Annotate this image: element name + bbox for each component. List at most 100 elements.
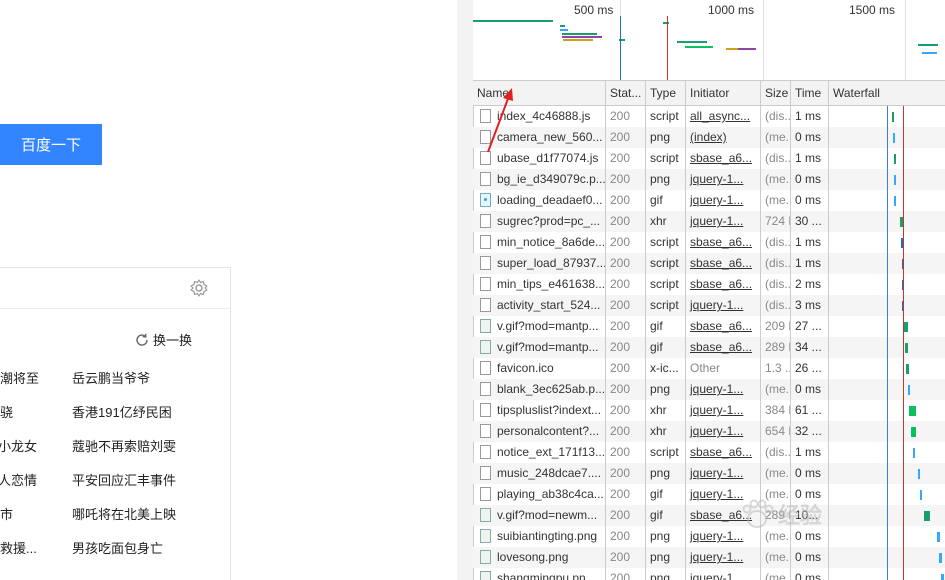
hot-search-item[interactable]: 小龙女 [0, 436, 37, 455]
gear-icon[interactable] [189, 278, 209, 298]
column-header-initiator[interactable]: Initiator [686, 81, 761, 105]
hot-search-item[interactable]: 市 [0, 504, 13, 523]
network-request-row[interactable]: min_notice_8a6de... 200 script sbase_a6...(… [473, 232, 945, 253]
request-type: gif [646, 484, 686, 505]
request-name[interactable]: v.gif?mod=newm... [473, 505, 606, 526]
hot-search-item[interactable]: 救援... [0, 538, 37, 557]
overview-tick [763, 0, 764, 80]
request-initiator[interactable]: jquery-1... [686, 421, 761, 442]
network-request-row[interactable]: music_248dcae7.... 200pngjquery-1...(me..… [473, 463, 945, 484]
request-size: (me... [761, 190, 791, 211]
request-name[interactable]: super_load_87937... [473, 253, 606, 274]
request-name[interactable]: shangmingpu.pn... [473, 568, 606, 580]
hot-search-item[interactable]: 人恋情 [0, 470, 37, 489]
request-name[interactable]: tipspluslist?indext... [473, 400, 606, 421]
request-initiator[interactable]: jquery-1... [686, 547, 761, 568]
column-header-type[interactable]: Type [646, 81, 686, 105]
network-overview-timeline[interactable]: 500 ms 1000 ms 1500 ms [473, 0, 945, 81]
request-name[interactable]: lovesong.png [473, 547, 606, 568]
request-name[interactable]: bg_ie_d349079c.p... [473, 169, 606, 190]
request-name[interactable]: blank_3ec625ab.p... [473, 379, 606, 400]
hot-search-item[interactable]: 平安回应汇丰事件 [72, 470, 176, 489]
column-header-time[interactable]: Time [791, 81, 829, 105]
network-request-row[interactable]: camera_new_560...200png(index)(me...0 ms [473, 127, 945, 148]
request-name[interactable]: personalcontent?... [473, 421, 606, 442]
hot-search-item[interactable]: 香港191亿纾民困 [72, 402, 172, 421]
request-initiator[interactable]: jquery-1... [686, 295, 761, 316]
request-name[interactable]: min_tips_e461638... [473, 274, 606, 295]
request-initiator[interactable]: sbase_a6... [686, 337, 761, 358]
request-initiator[interactable]: jquery-1... [686, 568, 761, 580]
request-initiator[interactable]: jquery-1... [686, 169, 761, 190]
network-request-row[interactable]: favicon.ico 200x-ic...Other1.3 ...26 ... [473, 358, 945, 379]
network-request-row[interactable]: min_tips_e461638... 200 script sbase_a6...(… [473, 274, 945, 295]
request-name[interactable]: music_248dcae7.... [473, 463, 606, 484]
browser-page: 百度一下 换一换 潮将至骁小龙女人恋情市救援... 岳云鹏当爷爷香港191亿纾民困… [0, 0, 457, 580]
network-request-row[interactable]: sugrec?prod=pc_... 200xhrjquery-1...724 B… [473, 211, 945, 232]
network-request-row[interactable]: v.gif?mod=mantp... 200gifsbase_a6...289 B… [473, 337, 945, 358]
hot-search-item[interactable]: 蔻驰不再索赔刘雯 [72, 436, 176, 455]
request-time: 30 ... [791, 211, 829, 232]
request-initiator[interactable]: sbase_a6... [686, 442, 761, 463]
request-initiator[interactable]: jquery-1... [686, 526, 761, 547]
network-request-row[interactable]: personalcontent?... 200 xhr jquery-1... 654 … [473, 421, 945, 442]
request-initiator[interactable]: sbase_a6... [686, 253, 761, 274]
overview-bar [562, 33, 597, 35]
request-initiator[interactable]: jquery-1... [686, 463, 761, 484]
request-initiator[interactable]: (index) [686, 127, 761, 148]
hot-search-item[interactable]: 男孩吃面包身亡 [72, 538, 163, 557]
hot-search-item[interactable]: 潮将至 [0, 368, 39, 387]
request-name[interactable]: activity_start_524... [473, 295, 606, 316]
request-name[interactable]: v.gif?mod=mantp... [473, 337, 606, 358]
column-header-size[interactable]: Size [761, 81, 791, 105]
request-name[interactable]: v.gif?mod=mantp... [473, 316, 606, 337]
request-name[interactable]: favicon.ico [473, 358, 606, 379]
network-request-row[interactable]: blank_3ec625ab.p... 200 png jquery-1... (me.… [473, 379, 945, 400]
request-name[interactable]: camera_new_560... [473, 127, 606, 148]
network-request-row[interactable]: tipspluslist?indext... 200 xhr jquery-1... 3… [473, 400, 945, 421]
network-request-row[interactable]: suibiantingting.png 200 png jquery-1... (me.… [473, 526, 945, 547]
request-initiator[interactable]: jquery-1... [686, 484, 761, 505]
request-initiator[interactable]: all_async... [686, 106, 761, 127]
request-name[interactable]: notice_ext_171f13... [473, 442, 606, 463]
refresh-button[interactable]: 换一换 [134, 330, 192, 349]
request-initiator[interactable]: sbase_a6... [686, 316, 761, 337]
network-request-row[interactable]: v.gif?mod=mantp... 200gifsbase_a6...209 B… [473, 316, 945, 337]
request-type: png [646, 463, 686, 484]
network-request-row[interactable]: playing_ab38c4ca... 200 gif jquery-1... (me.… [473, 484, 945, 505]
request-initiator[interactable]: sbase_a6... [686, 232, 761, 253]
column-header-waterfall[interactable]: Waterfall [829, 81, 945, 105]
request-name[interactable]: sugrec?prod=pc_... [473, 211, 606, 232]
request-initiator[interactable]: sbase_a6... [686, 505, 761, 526]
request-name[interactable]: ubase_d1f77074.js [473, 148, 606, 169]
network-request-row[interactable]: activity_start_524... 200 script jquery-1..… [473, 295, 945, 316]
request-name[interactable]: suibiantingting.png [473, 526, 606, 547]
hot-search-item[interactable]: 岳云鹏当爷爷 [72, 368, 150, 387]
request-name[interactable]: loading_deadaef0... [473, 190, 606, 211]
request-initiator[interactable]: sbase_a6... [686, 274, 761, 295]
request-initiator[interactable]: jquery-1... [686, 190, 761, 211]
request-name[interactable]: index_4c46888.js [473, 106, 606, 127]
request-initiator[interactable]: jquery-1... [686, 211, 761, 232]
network-request-row[interactable]: index_4c46888.js 200 script all_async... (di… [473, 106, 945, 127]
request-name[interactable]: min_notice_8a6de... [473, 232, 606, 253]
network-request-row[interactable]: notice_ext_171f13... 200 script sbase_a6...… [473, 442, 945, 463]
request-name[interactable]: playing_ab38c4ca... [473, 484, 606, 505]
column-header-status[interactable]: Stat... [606, 81, 646, 105]
network-request-row[interactable]: loading_deadaef0... 200 gif jquery-1... (me.… [473, 190, 945, 211]
hot-search-item[interactable]: 骁 [0, 402, 13, 421]
network-request-row[interactable]: lovesong.png 200pngjquery-1...(me...0 ms [473, 547, 945, 568]
request-initiator[interactable]: jquery-1... [686, 400, 761, 421]
network-request-row[interactable]: shangmingpu.pn... 200pngjquery-1...(me...… [473, 568, 945, 580]
column-header-name[interactable]: Name [473, 81, 606, 105]
network-request-row[interactable]: v.gif?mod=newm... 200gifsbase_a6...289 B1… [473, 505, 945, 526]
request-initiator[interactable]: sbase_a6... [686, 148, 761, 169]
request-name-text: v.gif?mod=newm... [497, 508, 598, 522]
request-initiator[interactable]: jquery-1... [686, 379, 761, 400]
network-request-row[interactable]: bg_ie_d349079c.p... 200 png jquery-1... (me.… [473, 169, 945, 190]
hot-search-item[interactable]: 哪吒将在北美上映 [72, 504, 176, 523]
document-file-icon [480, 487, 491, 501]
network-request-row[interactable]: ubase_d1f77074.js 200 script sbase_a6... (di… [473, 148, 945, 169]
search-button[interactable]: 百度一下 [0, 124, 102, 165]
network-request-row[interactable]: super_load_87937... 200 script sbase_a6...(… [473, 253, 945, 274]
